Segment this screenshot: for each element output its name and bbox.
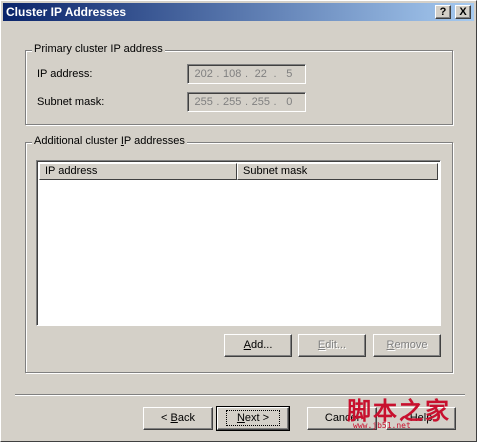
primary-cluster-group: Primary cluster IP address <box>25 43 453 125</box>
subnet-mask-label: Subnet mask: <box>37 96 105 108</box>
next-accelerator: N <box>236 412 245 424</box>
add-label: dd... <box>250 339 273 351</box>
additional-ip-list[interactable]: IP address Subnet mask <box>36 160 441 326</box>
additional-cluster-legend: Additional cluster IP addresses <box>32 135 187 147</box>
edit-button[interactable]: Edit... <box>298 334 366 357</box>
cluster-ip-addresses-dialog: Cluster IP Addresses ? X Primary cluster… <box>0 0 477 442</box>
edit-label: dit... <box>325 339 347 351</box>
mask-dot-2: . <box>244 96 249 108</box>
mask-dot-1: . <box>216 96 220 108</box>
back-label: ack <box>177 412 195 424</box>
back-button[interactable]: < Back <box>143 407 213 430</box>
mask-dot-3: . <box>273 96 277 108</box>
ip-octet-3: 22 <box>254 68 267 80</box>
ip-octet-1: 202 <box>194 68 213 80</box>
legend-text-post: P addresses <box>123 135 185 147</box>
title-bar[interactable]: Cluster IP Addresses ? X <box>3 3 474 21</box>
watermark-url: www.jb51.net <box>353 421 411 430</box>
legend-text-pre: Additional cluster <box>34 135 121 147</box>
mask-octet-3: 255 <box>251 96 270 108</box>
help-icon[interactable]: ? <box>435 5 451 19</box>
column-header-ip-address[interactable]: IP address <box>39 163 237 180</box>
add-button[interactable]: Add... <box>224 334 292 357</box>
next-label: ext > <box>244 412 270 424</box>
ip-dot-2: . <box>244 68 249 80</box>
primary-ip-field[interactable]: 202. 108. 22. 5 <box>187 64 306 84</box>
next-focus-ring: Next > <box>225 410 281 426</box>
mask-octet-4: 0 <box>286 96 293 108</box>
ip-octet-2: 108 <box>223 68 242 80</box>
next-button[interactable]: Next > <box>216 406 290 431</box>
column-header-subnet-mask[interactable]: Subnet mask <box>237 163 438 180</box>
ip-dot-3: . <box>273 68 277 80</box>
ip-address-label: IP address: <box>37 68 93 80</box>
remove-label: emove <box>394 339 428 351</box>
back-accelerator: B <box>170 412 178 424</box>
primary-subnet-mask-field[interactable]: 255. 255. 255. 0 <box>187 92 306 112</box>
window-title: Cluster IP Addresses <box>6 5 127 19</box>
mask-octet-1: 255 <box>194 96 213 108</box>
primary-cluster-legend: Primary cluster IP address <box>32 43 165 55</box>
add-accelerator: A <box>243 339 251 351</box>
close-icon[interactable]: X <box>455 5 471 19</box>
mask-octet-2: 255 <box>223 96 242 108</box>
ip-octet-4: 5 <box>286 68 293 80</box>
remove-button[interactable]: Remove <box>373 334 441 357</box>
back-arrow: < <box>161 412 171 424</box>
ip-dot-1: . <box>216 68 220 80</box>
